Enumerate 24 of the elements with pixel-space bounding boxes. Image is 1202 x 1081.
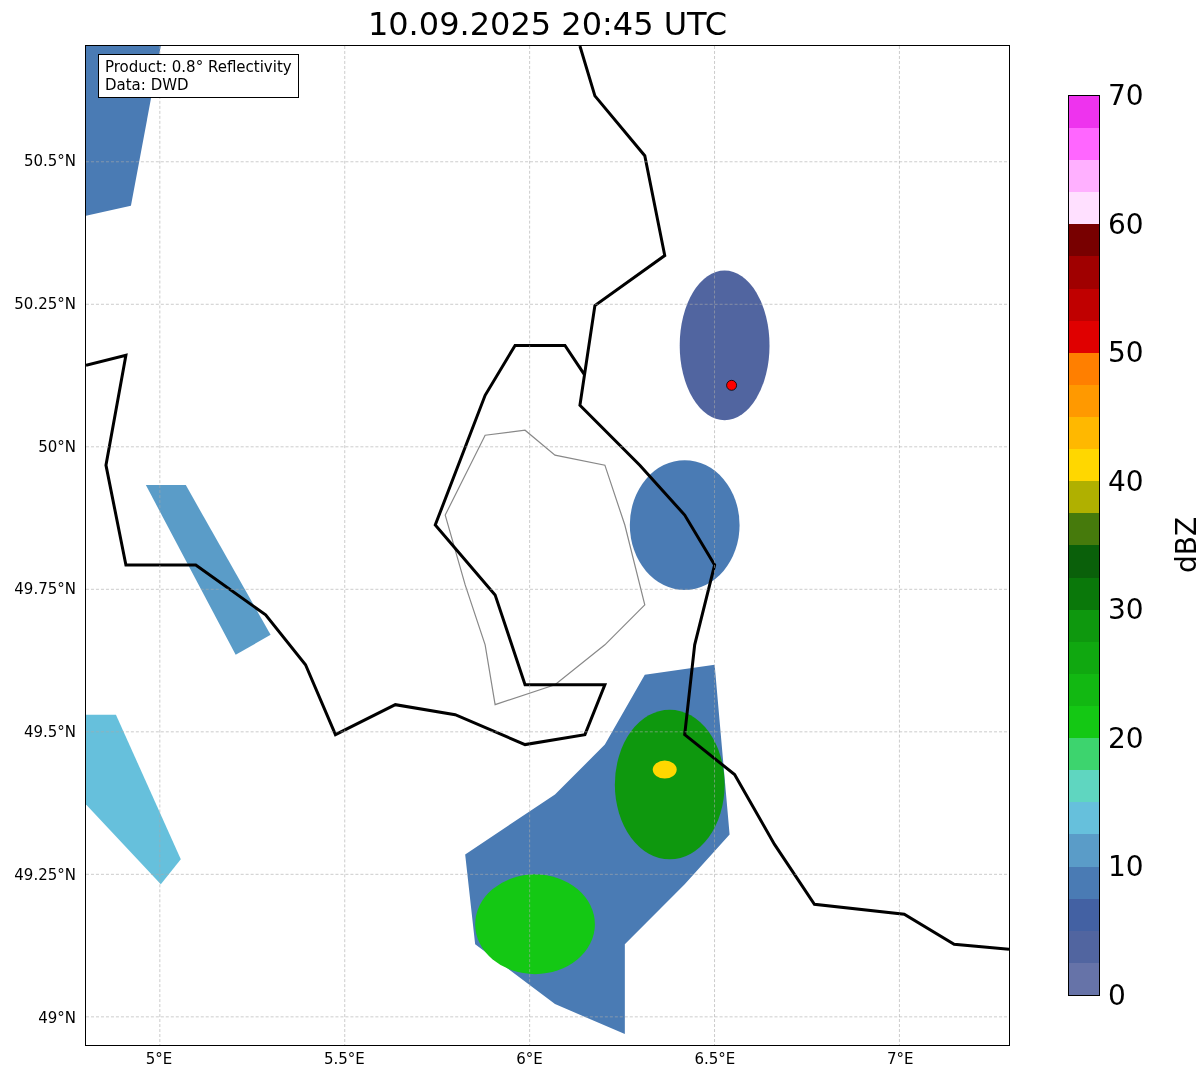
axis-tick-label: 49.5°N bbox=[23, 723, 76, 742]
scale-tick-label: 50 bbox=[1108, 338, 1144, 369]
scale-tick-label: 10 bbox=[1108, 852, 1144, 883]
legend-text: Product: 0.8° Reflectivity bbox=[105, 58, 292, 76]
scale-tick-label: 70 bbox=[1108, 81, 1144, 111]
axis-tick-label: 50.5°N bbox=[23, 152, 76, 170]
axis-tick-label: 50.25°N bbox=[14, 294, 76, 313]
legend-text: Data: DWD bbox=[105, 76, 190, 94]
axis-tick-label: 50°N bbox=[38, 437, 76, 456]
axis-tick-label: 6.5°E bbox=[694, 1050, 736, 1068]
scale-tick-label: 20 bbox=[1108, 723, 1144, 754]
axis-tick-label: 5.5°E bbox=[323, 1050, 365, 1068]
scale-tick-label: 30 bbox=[1108, 595, 1144, 626]
scale-tick-label: 60 bbox=[1108, 209, 1144, 240]
scale-label: dBZ bbox=[1169, 516, 1202, 574]
axis-tick-label: 7°E bbox=[886, 1050, 914, 1068]
axis-tick-label: 49.75°N bbox=[14, 580, 76, 599]
scale-tick-label: 0 bbox=[1108, 981, 1126, 1011]
axis-tick-label: 49°N bbox=[38, 1008, 76, 1027]
scale-tick-label: 40 bbox=[1108, 466, 1144, 497]
axis-tick-label: 6°E bbox=[516, 1050, 543, 1068]
axis-tick-label: 49.25°N bbox=[14, 866, 76, 884]
chart-title: 10.09.2025 20:45 UTC bbox=[366, 4, 729, 44]
axis-tick-label: 5°E bbox=[145, 1050, 173, 1068]
